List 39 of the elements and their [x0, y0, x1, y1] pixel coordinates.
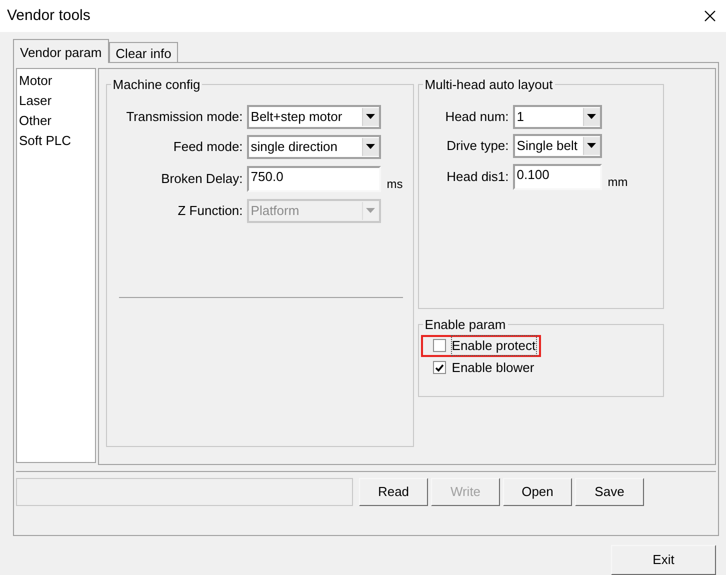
caret-icon	[587, 143, 596, 148]
unit-label: ms	[386, 176, 403, 192]
exit-button[interactable]: Exit	[611, 545, 716, 575]
action-button[interactable]: Save	[575, 478, 644, 506]
dropdown[interactable]: 1	[512, 104, 602, 128]
caret-icon	[366, 114, 376, 119]
input-field[interactable]: 750.0	[246, 166, 381, 192]
checkbox[interactable]	[432, 339, 446, 352]
action-button[interactable]: Read	[359, 478, 428, 506]
dropdown[interactable]: Single belt	[512, 134, 602, 158]
group-title: Multi-head auto layout	[424, 76, 554, 94]
field-label: Drive type:	[446, 136, 509, 155]
tab[interactable]: Clear info	[108, 42, 178, 62]
tab[interactable]: Vendor param	[13, 39, 109, 63]
caret-icon	[366, 144, 376, 149]
checkbox-label: Enable blower	[452, 358, 534, 377]
caret-icon	[587, 114, 596, 119]
checkbox-label: Enable protect	[452, 336, 536, 356]
list-item[interactable]: Motor	[19, 71, 93, 91]
window-title: Vendor tools	[7, 6, 92, 26]
close-icon[interactable]	[704, 10, 716, 22]
caret-icon	[366, 208, 376, 213]
action-button[interactable]: Open	[503, 478, 572, 506]
list-item[interactable]: Soft PLC	[19, 131, 93, 151]
dropdown[interactable]: Belt+step motor	[246, 104, 381, 128]
field-label: Transmission mode:	[125, 108, 243, 126]
group-title: Machine config	[112, 76, 202, 94]
checkbox[interactable]	[432, 361, 446, 374]
field-label: Head num:	[444, 108, 509, 126]
field-label: Z Function:	[176, 202, 243, 220]
field-label: Feed mode:	[172, 138, 243, 156]
unit-label: mm	[606, 174, 628, 190]
field-label: Broken Delay:	[160, 170, 243, 188]
dropdown[interactable]: single direction	[246, 134, 381, 158]
input-field[interactable]: 0.100	[512, 164, 602, 190]
list-item[interactable]: Other	[19, 111, 93, 131]
list-item[interactable]: Laser	[19, 91, 93, 111]
group-title: Enable param	[424, 316, 507, 334]
field-label: Head dis1:	[446, 168, 509, 186]
